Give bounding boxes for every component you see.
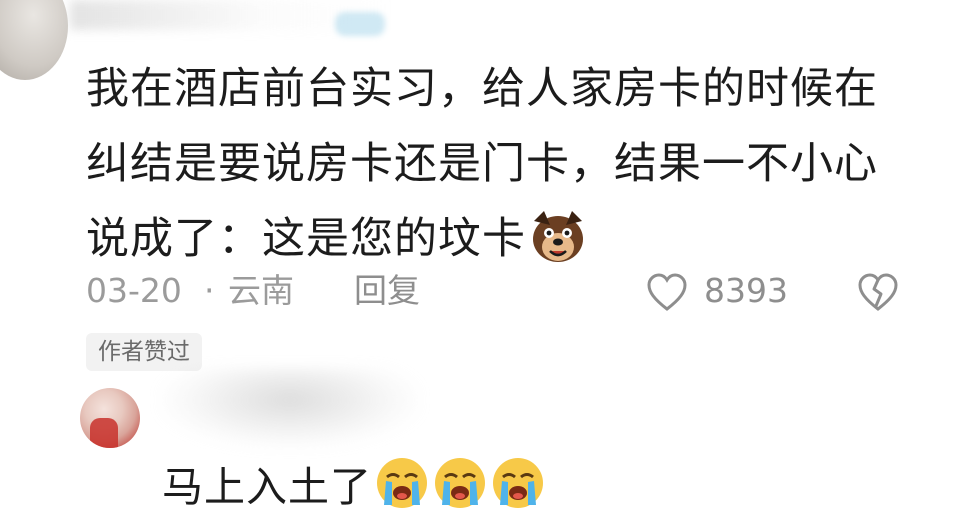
heart-icon[interactable] xyxy=(646,272,688,312)
reply-body: 马上入土了 xyxy=(162,455,546,517)
comment-body: 我在酒店前台实习，给人家房卡的时候在纠结是要说房卡还是门卡，结果一不小心说成了：… xyxy=(86,52,916,277)
comment-region: 云南 xyxy=(228,271,294,310)
comment-text: 我在酒店前台实习，给人家房卡的时候在纠结是要说房卡还是门卡，结果一不小心说成了：… xyxy=(86,64,878,264)
comment-meta-row: 03-20 · 云南 回复 8393 xyxy=(86,268,936,314)
meta-separator: · xyxy=(204,271,215,310)
broken-heart-icon[interactable] xyxy=(856,272,900,312)
reply-button[interactable]: 回复 xyxy=(354,268,420,314)
avatar-reply[interactable] xyxy=(80,388,140,448)
blurred-badge-top xyxy=(335,12,385,36)
like-count: 8393 xyxy=(704,271,788,310)
crying-emoji-icon xyxy=(377,458,427,508)
dog-face-icon xyxy=(533,211,583,262)
comment-date: 03-20 xyxy=(86,271,182,310)
crying-emoji-icon xyxy=(435,458,485,508)
crying-emoji-icon xyxy=(493,458,543,508)
reply-text: 马上入土了 xyxy=(162,463,372,511)
blurred-username-reply xyxy=(160,368,420,448)
author-liked-badge: 作者赞过 xyxy=(86,333,202,371)
avatar-top[interactable] xyxy=(0,0,68,80)
